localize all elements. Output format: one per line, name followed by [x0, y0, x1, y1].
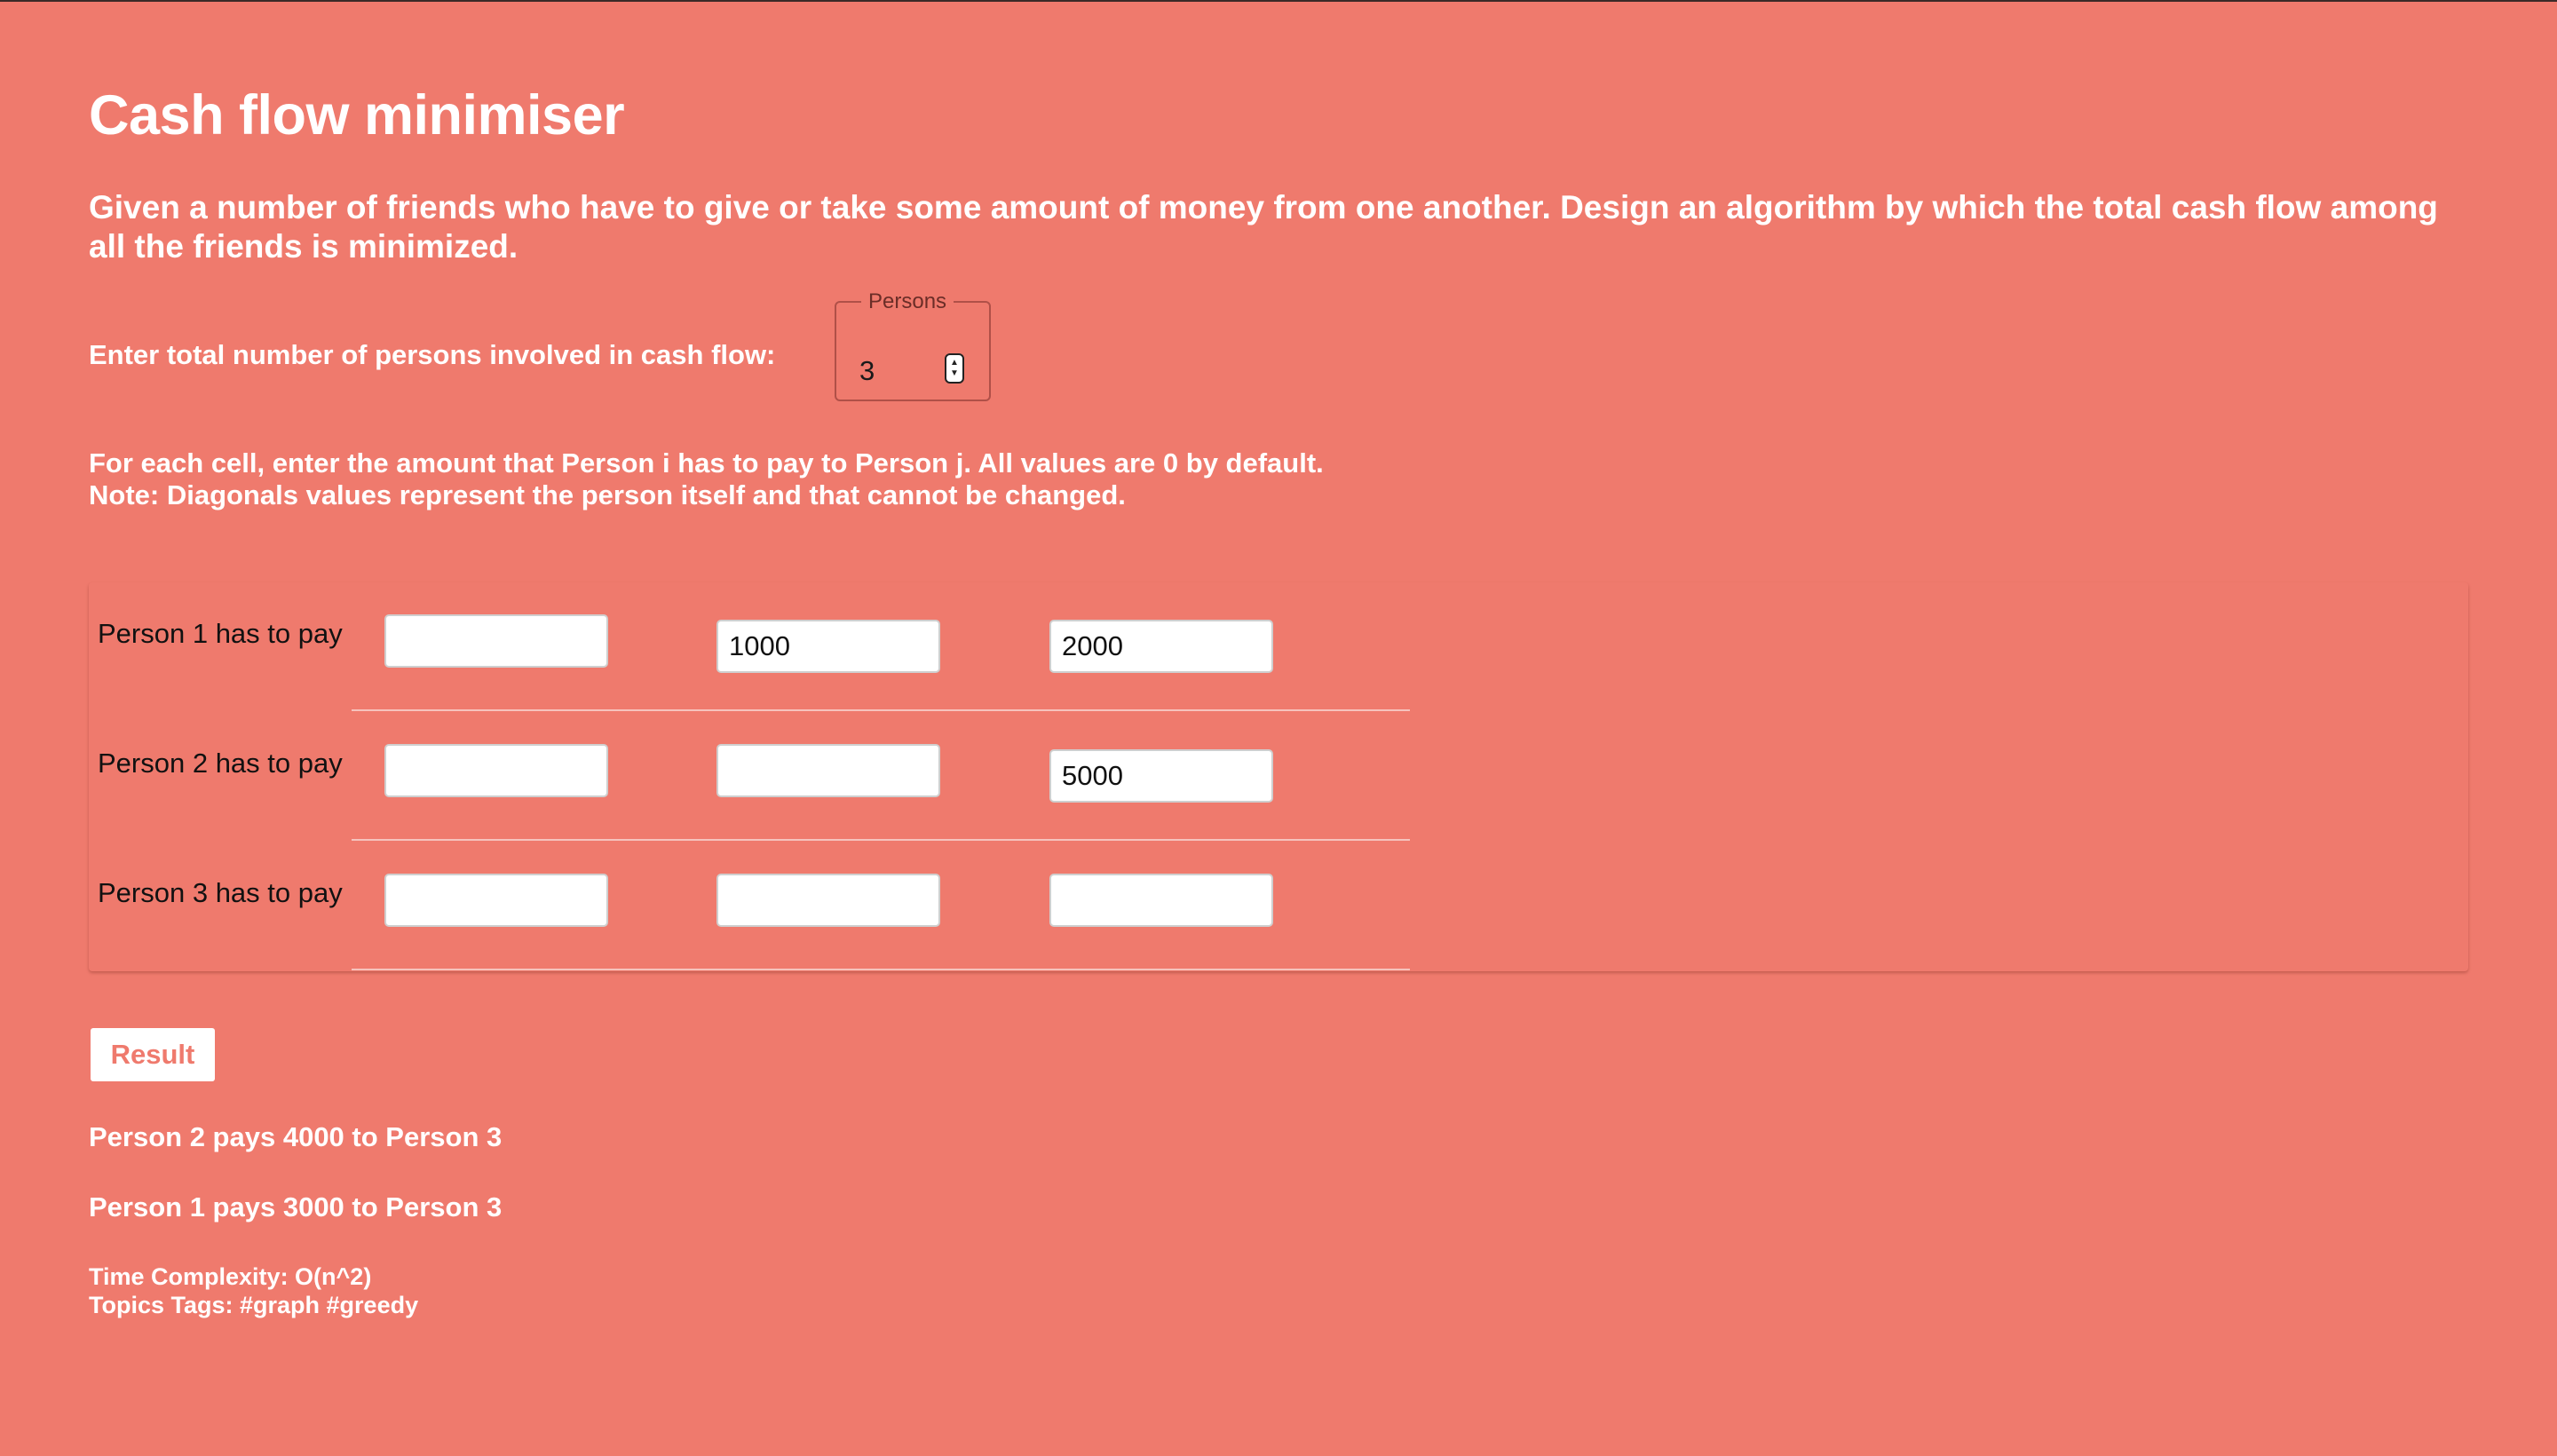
instructions-line-2: Note: Diagonals values represent the per… [89, 479, 1126, 510]
result-button[interactable]: Result [91, 1028, 215, 1081]
cell-input-1-1[interactable] [384, 614, 608, 668]
matrix-row-person-2: Person 2 has to pay [89, 712, 1410, 841]
payment-matrix: Person 1 has to pay Person 2 has to pay … [89, 582, 2468, 971]
row-label-person-2: Person 2 has to pay [98, 748, 343, 779]
persons-count-input[interactable]: 3 [859, 355, 875, 387]
persons-count-label: Enter total number of persons involved i… [89, 339, 776, 370]
persons-field-legend: Persons [868, 289, 947, 313]
row-divider [352, 969, 1410, 970]
cell-input-2-3[interactable] [1049, 749, 1273, 803]
cell-input-3-3[interactable] [1049, 874, 1273, 927]
cell-input-3-1[interactable] [384, 874, 608, 927]
time-complexity-text: Time Complexity: O(n^2) [89, 1263, 372, 1290]
number-stepper-icon[interactable]: ▲ ▼ [945, 353, 964, 384]
problem-description: Given a number of friends who have to gi… [89, 189, 2438, 265]
stepper-down-icon[interactable]: ▼ [950, 368, 959, 379]
matrix-row-person-3: Person 3 has to pay [89, 842, 1410, 970]
cell-input-2-2[interactable] [716, 744, 940, 797]
row-label-person-1: Person 1 has to pay [98, 618, 343, 649]
row-divider [352, 839, 1410, 841]
page-title: Cash flow minimiser [89, 84, 625, 146]
cell-input-3-2[interactable] [716, 874, 940, 927]
stepper-up-icon[interactable]: ▲ [950, 358, 959, 368]
cell-input-1-3[interactable] [1049, 620, 1273, 673]
instructions-line-1: For each cell, enter the amount that Per… [89, 447, 1324, 479]
algorithm-meta: Time Complexity: O(n^2) Topics Tags: #gr… [89, 1262, 418, 1319]
result-line-2: Person 1 pays 3000 to Person 3 [89, 1191, 503, 1223]
row-label-person-3: Person 3 has to pay [98, 877, 343, 908]
cell-input-1-2[interactable] [716, 620, 940, 673]
topic-tags-text: Topics Tags: #graph #greedy [89, 1292, 419, 1318]
matrix-instructions: For each cell, enter the amount that Per… [89, 447, 1324, 511]
result-line-1: Person 2 pays 4000 to Person 3 [89, 1121, 503, 1152]
persons-count-field[interactable]: Persons 3 ▲ ▼ [835, 289, 991, 401]
row-divider [352, 709, 1410, 711]
matrix-row-person-1: Person 1 has to pay [89, 582, 1410, 711]
cell-input-2-1[interactable] [384, 744, 608, 797]
